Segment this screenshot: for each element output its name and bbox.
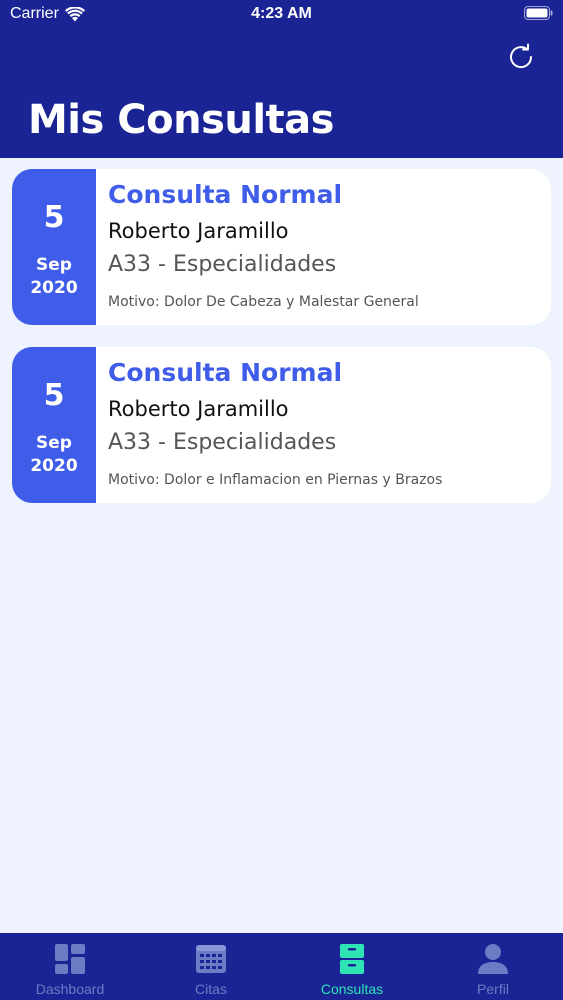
user-icon [478,944,508,974]
consultation-type: Consulta Normal [108,180,343,209]
header: Carrier 4:23 AM Mis Consultas [0,0,563,158]
consultation-type: Consulta Normal [108,358,343,387]
tab-label: Dashboard [35,981,105,997]
consultation-card[interactable]: 5 Sep 2020 Consulta Normal Roberto Jaram… [12,347,551,503]
tab-consultas[interactable]: Consultas [282,933,422,1000]
tab-label: Citas [195,981,227,997]
date-year: 2020 [30,278,78,298]
doctor-name: Roberto Jaramillo [108,219,289,243]
calendar-icon [196,945,226,973]
tab-label: Consultas [320,981,384,997]
date-month: Sep [36,255,72,275]
status-bar: Carrier 4:23 AM [0,0,563,30]
dashboard-icon [55,944,85,974]
date-day: 5 [43,200,65,235]
date-badge: 5 Sep 2020 [12,169,96,325]
tab-dashboard[interactable]: Dashboard [0,933,140,1000]
refresh-icon[interactable] [505,41,537,73]
consultation-reason: Motivo: Dolor De Cabeza y Malestar Gener… [108,294,419,310]
tab-bar: Dashboard Citas Consultas Perfil [0,933,563,1000]
battery-icon [524,6,553,20]
card-content: Consulta Normal Roberto Jaramillo A33 - … [108,169,541,325]
doctor-name: Roberto Jaramillo [108,397,289,421]
archive-icon [340,944,364,974]
date-month: Sep [36,433,72,453]
room-label: A33 - Especialidades [108,252,337,277]
tab-perfil[interactable]: Perfil [423,933,563,1000]
page-title: Mis Consultas [28,97,334,143]
status-time: 4:23 AM [251,5,312,22]
consultation-reason: Motivo: Dolor e Inflamacion en Piernas y… [108,472,443,488]
card-content: Consulta Normal Roberto Jaramillo A33 - … [108,347,541,503]
consultation-card[interactable]: 5 Sep 2020 Consulta Normal Roberto Jaram… [12,169,551,325]
tab-label: Perfil [477,981,509,997]
date-badge: 5 Sep 2020 [12,347,96,503]
date-year: 2020 [30,456,78,476]
tab-citas[interactable]: Citas [141,933,281,1000]
date-day: 5 [43,378,65,413]
room-label: A33 - Especialidades [108,430,337,455]
